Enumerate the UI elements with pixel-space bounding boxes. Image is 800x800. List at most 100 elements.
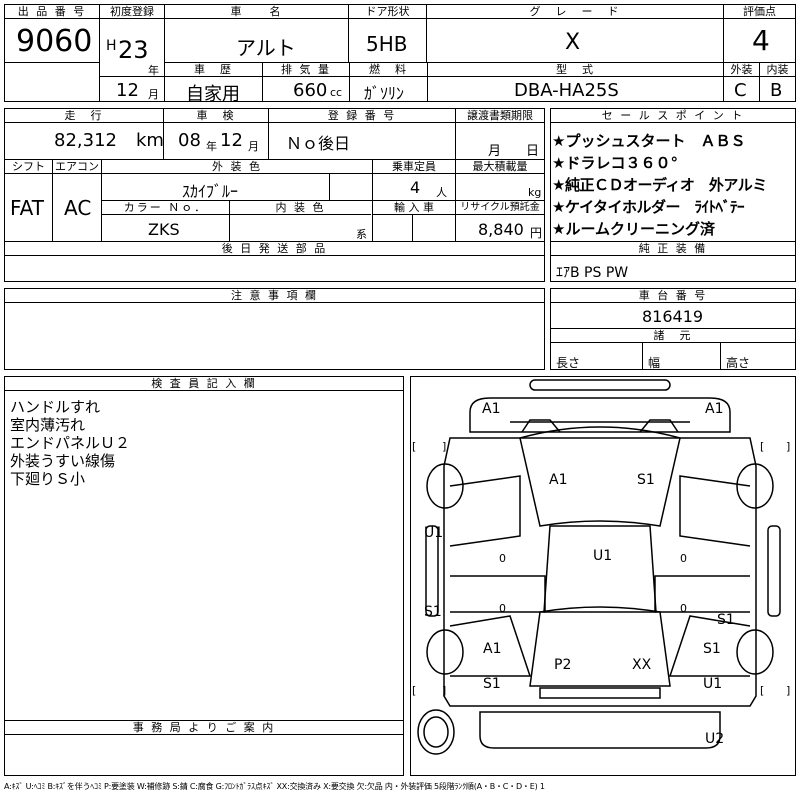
inspection-year-unit: 年: [206, 140, 217, 153]
zero-mark: 0: [680, 602, 687, 615]
chassis-number: 816419: [642, 307, 704, 326]
registration-number-label: 登 録 番 号: [269, 109, 455, 123]
damage-mark: U1: [424, 525, 444, 541]
grade: X: [565, 30, 581, 55]
era: H: [106, 38, 117, 54]
damage-mark: S1: [703, 641, 721, 657]
shift-label: シフト: [5, 160, 52, 174]
aircon-label: エアコン: [53, 160, 101, 174]
score: 4: [752, 24, 770, 57]
dimensions-label: 諸 元: [551, 329, 795, 343]
interior-color-unit: 系: [356, 228, 367, 241]
sales-point: ★ドラレコ３６０°: [552, 154, 678, 172]
bracket-mark: ]: [442, 684, 447, 697]
mileage-unit: km: [136, 130, 164, 151]
damage-mark: A1: [705, 401, 724, 417]
car-name-label: 車 名: [165, 5, 348, 19]
sales-points-label: セ ー ル ス ポ イ ン ト: [551, 109, 795, 123]
length-label: 長さ: [556, 356, 581, 370]
bracket-mark: [: [412, 440, 417, 453]
inspection-month-unit: 月: [248, 140, 259, 153]
lot-number-label: 出 品 番 号: [5, 5, 99, 19]
fuel-label: 燃 料: [350, 63, 427, 77]
mileage-label: 走 行: [5, 109, 163, 123]
damage-mark: U2: [705, 731, 725, 747]
aircon: AC: [64, 196, 92, 220]
exterior-color: ｽｶｲﾌﾞﾙｰ: [182, 182, 239, 201]
interior-grade: B: [770, 80, 783, 101]
sales-point: ★プッシュスタート ＡＢＳ: [552, 132, 746, 150]
recycle-deposit: 8,840: [478, 220, 524, 239]
capacity-label: 乗車定員: [373, 160, 455, 174]
fuel: ｶﾞｿﾘﾝ: [364, 84, 405, 103]
exterior-grade: C: [734, 80, 747, 101]
transfer-deadline-label: 譲渡書類期限: [456, 109, 544, 123]
bracket-mark: ]: [786, 440, 791, 453]
max-load-label: 最大積載量: [456, 160, 544, 174]
damage-mark: P2: [554, 657, 572, 673]
chassis-label: 車 台 番 号: [551, 289, 795, 303]
later-parts-label: 後 日 発 送 部 品: [5, 242, 544, 256]
score-label: 評価点: [724, 5, 795, 19]
inspector-label: 検 査 員 記 入 欄: [5, 377, 403, 391]
factory-equipment: ｴｱB PS PW: [556, 265, 629, 281]
month-unit: 月: [148, 88, 159, 101]
damage-mark: A1: [483, 641, 502, 657]
inspection-month: 12: [220, 130, 243, 151]
displacement-label: 排 気 量: [263, 63, 349, 77]
model: DBA-HA25S: [514, 80, 619, 101]
sales-point: ★純正ＣＤオーディオ 外アルミ: [552, 176, 767, 194]
capacity: 4: [410, 178, 421, 197]
recycle-deposit-label: リサイクル預託金: [456, 201, 544, 215]
import-label: 輸 入 車: [373, 201, 455, 215]
exterior-grade-label: 外装: [724, 63, 759, 77]
first-registration-label: 初度登録: [100, 5, 164, 19]
damage-mark: A1: [482, 401, 501, 417]
height-label: 高さ: [726, 356, 751, 370]
capacity-unit: 人: [436, 186, 447, 199]
zero-mark: 0: [499, 552, 506, 565]
history-label: 車 歴: [165, 63, 262, 77]
zero-mark: 0: [680, 552, 687, 565]
sales-point: ★ケイタイホルダー ﾗｲﾄﾍﾞﾃｰ: [552, 198, 745, 216]
interior-grade-label: 内装: [760, 63, 795, 77]
interior-color-label: 内 装 色: [230, 201, 371, 215]
bracket-mark: ]: [442, 440, 447, 453]
door-type-label: ドア形状: [349, 5, 426, 19]
displacement: 660: [293, 80, 328, 101]
inspection-year: 08: [178, 130, 201, 151]
color-number-label: カラー Ｎｏ．: [102, 201, 229, 215]
damage-mark: U1: [593, 548, 613, 564]
door-type: 5HB: [366, 32, 408, 56]
history: 自家用: [186, 84, 240, 105]
damage-mark: XX: [632, 657, 652, 673]
shift: FAT: [10, 196, 45, 220]
reg-month: 12: [116, 80, 139, 101]
registration-number: Ｎｏ後日: [286, 134, 351, 153]
zero-mark: 0: [499, 602, 506, 615]
reg-year: 23: [118, 36, 149, 64]
factory-equipment-label: 純 正 装 備: [551, 242, 795, 256]
notes-label: 注 意 事 項 欄: [5, 289, 544, 303]
sales-point: ★ルームクリーニング済: [552, 220, 715, 238]
recycle-unit: 円: [530, 226, 543, 240]
max-load-unit: kg: [528, 186, 542, 199]
damage-mark: S1: [637, 472, 655, 488]
width-label: 幅: [648, 356, 661, 370]
inspection-label: 車 検: [164, 109, 268, 123]
model-label: 型 式: [428, 63, 723, 77]
color-number: ZKS: [148, 220, 180, 239]
car-name: アルト: [236, 36, 296, 60]
damage-mark: U1: [703, 676, 723, 692]
bracket-mark: [: [412, 684, 417, 697]
displacement-unit: cc: [330, 86, 343, 99]
legend: A:ｷｽﾞ U:ﾍｺﾐ B:ｷｽﾞを伴うﾍｺﾐ P:要塗装 W:補修跡 S:錆 …: [4, 782, 545, 791]
damage-mark: S1: [424, 604, 442, 620]
damage-mark: A1: [549, 472, 568, 488]
lot-number: 9060: [16, 24, 93, 59]
mileage: 82,312: [54, 130, 117, 151]
damage-mark: S1: [717, 612, 735, 628]
bracket-mark: [: [760, 440, 765, 453]
transfer-month: 月: [488, 144, 502, 159]
inspector-note: 下廻りＳ小: [10, 470, 86, 488]
